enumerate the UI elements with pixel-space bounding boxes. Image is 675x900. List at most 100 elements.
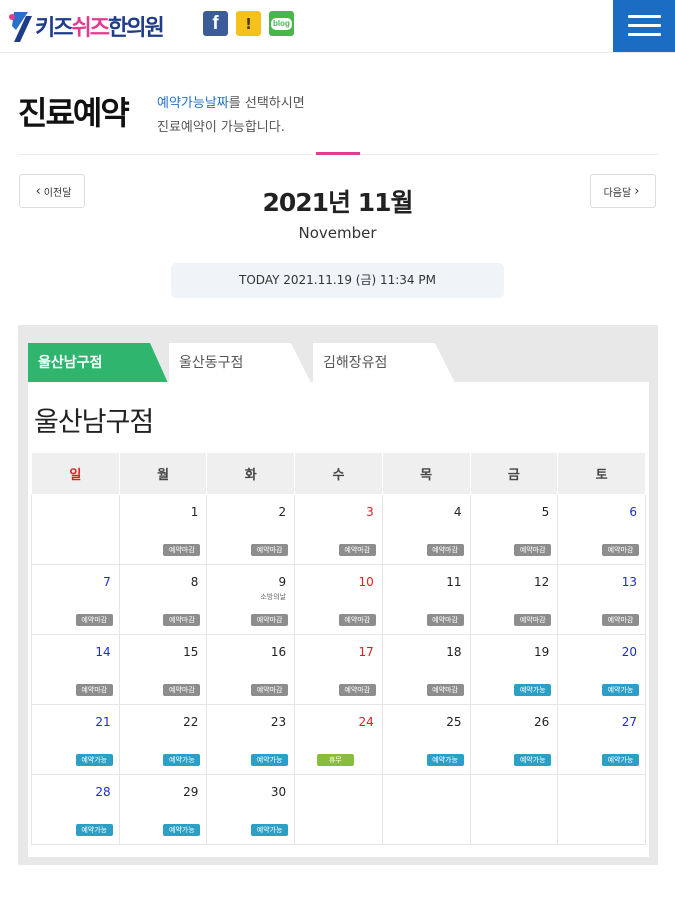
reserve-available-badge[interactable]: 예약가능 [251,754,289,766]
calendar-week-row: 14 예약마감 15 예약마감 16 예약마감 17 예약마감 18 예약마감 19 예약가능 20 예약… [31,634,646,705]
calendar-empty-cell [381,774,471,845]
calendar-day-cell[interactable]: 28 예약가능 [31,774,120,845]
day-number: 28 [95,785,111,799]
reserve-available-badge[interactable]: 예약가능 [163,754,201,766]
calendar-day-cell: 9 소방의날 예약마감 [206,564,296,635]
day-number: 4 [453,505,462,519]
calendar-week-row: 28 예약가능 29 예약가능 30 예약가능 [31,774,646,845]
weekday-header-row: 일 월 화 수 목 금 토 [31,452,646,495]
calendar-day-cell: 10 예약마감 [294,564,383,635]
calendar-day-cell[interactable]: 25 예약가능 [381,704,471,775]
calendar-day-cell: 24 휴무 [294,704,383,775]
blog-label: blog [271,17,292,30]
facebook-icon[interactable]: f [203,11,228,36]
calendar-empty-cell [557,774,646,845]
reserve-closed-badge: 예약마감 [163,544,201,556]
calendar-day-cell: 6 예약마감 [557,494,646,565]
calendar-day-cell: 15 예약마감 [118,634,208,705]
month-english: November [298,224,377,242]
calendar-day-cell: 5 예약마감 [469,494,559,565]
day-number: 19 [533,645,550,659]
calendar-day-cell: 4 예약마감 [381,494,471,565]
day-number: 29 [183,785,199,799]
day-number: 30 [270,785,287,799]
reserve-available-badge[interactable]: 예약가능 [163,824,201,836]
calendar-day-cell: 2 예약마감 [206,494,296,565]
day-number: 3 [366,505,374,519]
tab-label: 울산남구점 [38,355,103,371]
reserve-closed-badge: 예약마감 [426,684,464,696]
weekday-fri: 금 [469,452,559,495]
weekday-mon: 월 [118,452,208,495]
calendar-day-cell[interactable]: 29 예약가능 [118,774,208,845]
hamburger-menu-icon[interactable] [613,0,675,52]
calendar-day-cell: 18 예약마감 [381,634,471,705]
calendar-day-cell: 3 예약마감 [294,494,383,565]
page-title: 진료예약 [18,94,130,132]
reserve-closed-badge: 예약마감 [251,544,289,556]
calendar-empty-cell [294,774,383,845]
calendar-day-cell: 17 예약마감 [294,634,383,705]
title-accent-bar [316,152,360,155]
reserve-available-badge[interactable]: 예약가능 [602,684,639,696]
reserve-closed-badge: 예약마감 [75,614,113,626]
next-month-label: 다음달 [603,187,632,199]
month-title: 2021년 11월 [262,188,413,217]
site-logo[interactable]: 키즈쉬즈한의원 [8,6,165,46]
reserve-available-badge[interactable]: 예약가능 [75,824,113,836]
calendar-week-row: 21 예약가능 22 예약가능 23 예약가능 24 휴무 25 예약가능 26 예약가능 27 예약가능 [31,704,646,775]
day-number: 17 [358,645,374,659]
weekday-wed: 수 [294,452,383,495]
day-number: 22 [183,715,199,729]
reserve-available-badge[interactable]: 예약가능 [602,754,639,766]
day-number: 6 [629,505,637,519]
tab-ulsan-namgu[interactable]: 울산남구점 [28,343,168,383]
day-number: 8 [190,575,199,589]
reserve-closed-badge: 예약마감 [251,684,289,696]
calendar-day-cell: 8 예약마감 [118,564,208,635]
day-number: 2 [278,505,287,519]
day-number: 5 [541,505,550,519]
tab-ulsan-donggu[interactable]: 울산동구점 [169,343,311,383]
calendar-day-cell: 7 예약마감 [31,564,120,635]
weekday-tue: 화 [206,452,296,495]
calendar-day-cell: 16 예약마감 [206,634,296,705]
branch-title: 울산남구점 [34,407,154,438]
calendar-day-cell[interactable]: 30 예약가능 [206,774,296,845]
page-description: 예약가능날짜를 선택하시면 진료예약이 가능합니다. [157,92,305,140]
day-number: 24 [358,715,374,729]
calendar-day-cell[interactable]: 22 예약가능 [118,704,208,775]
reserve-available-badge[interactable]: 예약가능 [426,754,464,766]
reserve-closed-badge: 예약마감 [514,614,552,626]
day-number: 10 [358,575,374,589]
weekday-sat: 토 [557,452,646,495]
calendar-day-cell: 12 예약마감 [469,564,559,635]
calendar-day-cell[interactable]: 19 예약가능 [469,634,559,705]
calendar-day-cell[interactable]: 26 예약가능 [469,704,559,775]
day-number: 15 [183,645,199,659]
day-number: 9 [278,575,287,589]
reserve-closed-badge: 예약마감 [426,614,464,626]
reserve-available-badge[interactable]: 예약가능 [251,824,289,836]
day-number: 12 [533,575,550,589]
reserve-closed-badge: 예약마감 [338,614,376,626]
chevron-right-icon: › [634,183,640,199]
reserve-available-badge[interactable]: 예약가능 [75,754,113,766]
reserve-available-badge[interactable]: 예약가능 [514,684,552,696]
next-month-button[interactable]: 다음달 › [590,174,656,208]
calendar-day-cell[interactable]: 20 예약가능 [557,634,646,705]
calendar-day-cell[interactable]: 27 예약가능 [557,704,646,775]
reserve-closed-badge: 예약마감 [602,614,639,626]
calendar-week-row: 1 예약마감 2 예약마감 3 예약마감 4 예약마감 5 예약마감 6 예약마감 [31,494,646,565]
reserve-available-badge[interactable]: 예약가능 [514,754,552,766]
day-note: 소방의날 [260,593,287,601]
calendar-day-cell[interactable]: 21 예약가능 [31,704,120,775]
calendar-empty-cell [31,494,120,565]
tab-gimhae-jangyu[interactable]: 김해장유점 [313,343,455,383]
calendar-day-cell[interactable]: 23 예약가능 [206,704,296,775]
blog-icon[interactable]: blog [269,11,294,36]
weekday-sun: 일 [31,452,120,495]
reserve-closed-badge: 예약마감 [75,684,113,696]
kakaostory-icon[interactable]: ! [236,11,261,36]
day-number: 11 [446,575,462,589]
